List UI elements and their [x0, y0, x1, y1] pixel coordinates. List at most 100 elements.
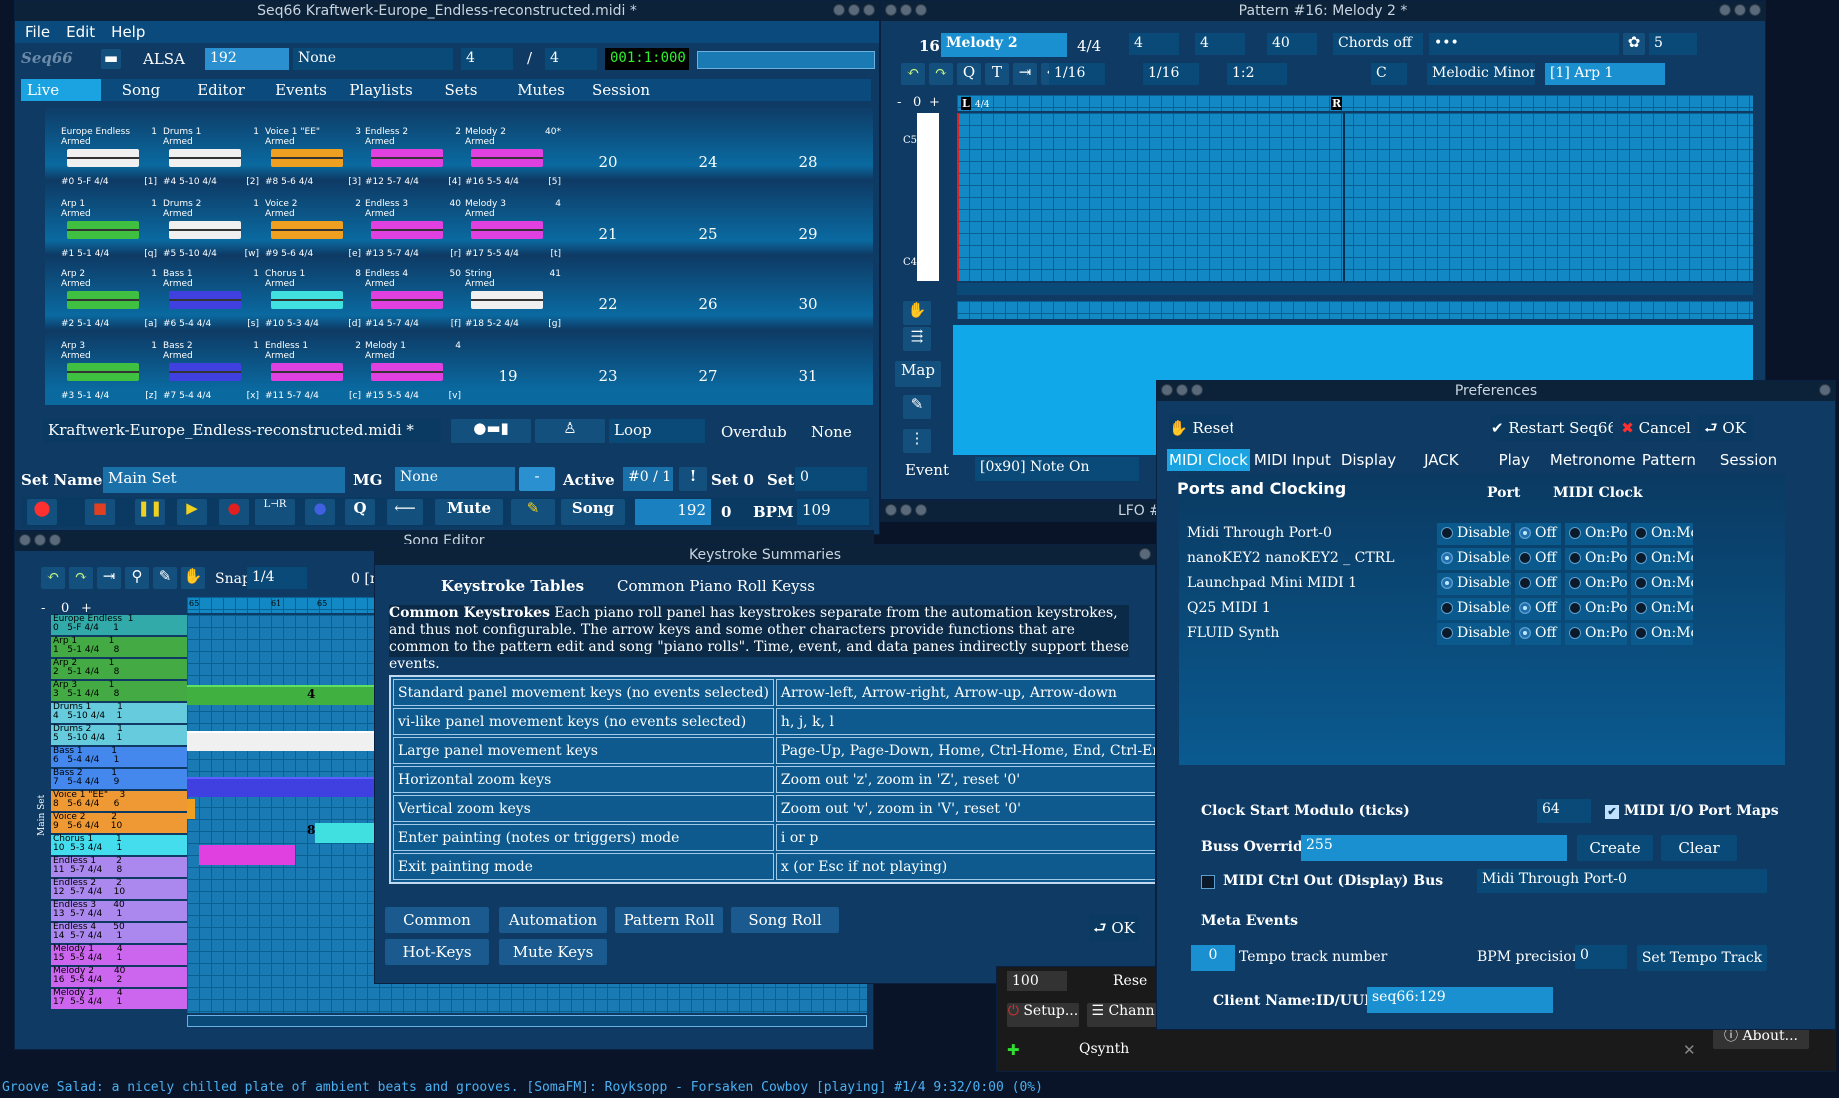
tab-events[interactable]: Events — [261, 79, 341, 101]
clock-option-2[interactable]: On:Pos — [1565, 573, 1627, 595]
pattern-slot[interactable]: Arp 1 1 Armed #1 5-1 4/4 [q] — [61, 199, 157, 261]
ok-button[interactable]: ⮐ OK — [1697, 415, 1753, 441]
tab-playlists[interactable]: Playlists — [341, 79, 421, 101]
beatwidth-select[interactable]: 4 — [1195, 33, 1245, 55]
redo-icon[interactable]: ↷ — [929, 63, 953, 85]
song-track-row[interactable]: Drums 2 1 5 5-10 4/4 1 — [51, 725, 191, 745]
restart-button[interactable]: ✔ Restart Seq66! — [1491, 415, 1613, 441]
empty-slot-number[interactable]: 20 — [593, 153, 623, 171]
song-roll-button[interactable]: Song Roll — [731, 907, 839, 933]
reset-button[interactable]: ✋ Reset — [1169, 415, 1233, 441]
setname-field[interactable]: Main Set — [103, 467, 345, 493]
tempo-track-field[interactable]: 0 — [1191, 945, 1235, 971]
song-track-row[interactable]: Arp 1 1 1 5-1 4/4 8 — [51, 637, 191, 657]
song-track-row[interactable]: Endless 4 50 14 5-7 4/4 1 — [51, 923, 191, 943]
align-icon[interactable]: ⇥ — [97, 567, 121, 589]
note-length-select[interactable]: 1/16 — [1143, 63, 1199, 85]
beatwidth-select[interactable]: 4 — [545, 48, 597, 70]
mute-button[interactable]: Mute — [435, 499, 503, 525]
shade-icon[interactable] — [1176, 384, 1188, 396]
vzoom-minus[interactable]: - — [897, 95, 901, 110]
key-select[interactable]: C — [1371, 63, 1407, 85]
pattern-slot[interactable]: Bass 1 1 Armed #6 5-4 4/4 [s] — [163, 269, 259, 331]
song-track-row[interactable]: Arp 3 1 3 5-1 4/4 8 — [51, 681, 191, 701]
menu-icon[interactable] — [19, 534, 31, 546]
channels-button[interactable]: ☰ Chann — [1087, 1003, 1159, 1027]
sticky-icon[interactable] — [915, 504, 927, 516]
song-track-row[interactable]: Bass 1 1 6 5-4 4/4 1 — [51, 747, 191, 767]
pattern-slot[interactable]: Endless 3 40 Armed #13 5-7 4/4 [r] — [365, 199, 461, 261]
song-track-row[interactable]: Chorus 1 1 10 5-3 4/4 1 — [51, 835, 191, 855]
pattern-slot[interactable]: Endless 4 50 Armed #14 5-7 4/4 [f] — [365, 269, 461, 331]
pattern-slot[interactable]: Melody 1 4 Armed #15 5-5 4/4 [v] — [365, 341, 461, 403]
panic-button[interactable]: ▬ — [101, 49, 121, 69]
close-icon[interactable] — [1139, 548, 1151, 560]
empty-slot-number[interactable]: 29 — [793, 225, 823, 243]
song-hscroll[interactable] — [187, 1015, 867, 1027]
qsynth-close-icon[interactable]: ✕ — [1683, 1041, 1696, 1059]
loop-lr-button[interactable]: L⊣R — [255, 499, 295, 525]
hotkeys-button[interactable]: Hot-Keys — [385, 939, 489, 965]
beats-select[interactable]: 4 — [461, 48, 513, 70]
mute-keys-button[interactable]: Mute Keys — [499, 939, 607, 965]
song-zoom-minus[interactable]: - — [41, 601, 45, 616]
tab-live[interactable]: Live — [21, 79, 101, 101]
clock-option-0[interactable]: Disabled — [1437, 598, 1511, 620]
add-icon[interactable]: ✚ — [1007, 1041, 1020, 1059]
pattern-slot[interactable]: Endless 2 2 Armed #12 5-7 4/4 [4] — [365, 127, 461, 189]
ctrl-port-select[interactable]: Midi Through Port-0 — [1477, 869, 1767, 893]
tab-session[interactable]: Session — [1700, 449, 1797, 471]
song-track-row[interactable]: Endless 1 2 11 5-7 4/4 8 — [51, 857, 191, 877]
empty-slot-number[interactable]: 19 — [493, 367, 523, 385]
set-tempo-button[interactable]: Set Tempo Track — [1637, 945, 1767, 971]
clock-option-1[interactable]: Off — [1515, 573, 1561, 595]
song-track-row[interactable]: Drums 1 1 4 5-10 4/4 1 — [51, 703, 191, 723]
clock-option-2[interactable]: On:Pos — [1565, 548, 1627, 570]
data-ruler[interactable] — [957, 301, 1753, 319]
zoom-ratio-select[interactable]: 1:2 — [1227, 63, 1287, 85]
empty-slot-number[interactable]: 31 — [793, 367, 823, 385]
pattern-slot[interactable]: Bass 2 1 Armed #7 5-4 4/4 [x] — [163, 341, 259, 403]
pen-icon[interactable]: ✎ — [153, 567, 177, 589]
song-track-row[interactable]: Arp 2 1 2 5-1 4/4 8 — [51, 659, 191, 679]
tab-editor[interactable]: Editor — [181, 79, 261, 101]
song-track-row[interactable]: Endless 3 40 13 5-7 4/4 1 — [51, 901, 191, 921]
song-track-row[interactable]: Bass 2 1 7 5-4 4/4 9 — [51, 769, 191, 789]
edit-button[interactable]: ✎ — [511, 499, 555, 525]
ppqn-select[interactable]: 192 — [205, 48, 289, 70]
pattern-slot[interactable]: String 41 Armed #18 5-2 4/4 [g] — [465, 269, 561, 331]
song-track-row[interactable]: Melody 2 40 16 5-5 4/4 2 — [51, 967, 191, 987]
vzoom-plus[interactable]: + — [929, 95, 940, 110]
sticky-icon[interactable] — [1191, 384, 1203, 396]
clock-option-3[interactable]: On:Mod — [1631, 523, 1693, 545]
clock-option-0[interactable]: Disabled — [1437, 623, 1511, 645]
empty-slot-number[interactable]: 24 — [693, 153, 723, 171]
song-mode-button[interactable]: Song — [561, 499, 625, 525]
arp-field[interactable]: [1] Arp 1 — [1545, 63, 1665, 85]
pattern-slot[interactable]: Drums 1 1 Armed #4 5-10 4/4 [2] — [163, 127, 259, 189]
menu-icon[interactable] — [1161, 384, 1173, 396]
pattern-slot[interactable]: Voice 2 2 Armed #9 5-6 4/4 [e] — [265, 199, 361, 261]
menu-icon[interactable] — [885, 4, 897, 16]
align-icon[interactable]: ⇥ — [1013, 63, 1037, 85]
piano-roll[interactable] — [957, 113, 1753, 281]
clock-option-2[interactable]: On:Pos — [1565, 598, 1627, 620]
menu-edit[interactable]: Edit — [66, 21, 95, 43]
clock-option-1[interactable]: Off — [1515, 523, 1561, 545]
metronome-button[interactable]: ♙ — [535, 419, 605, 443]
trigger-bass2[interactable] — [187, 777, 377, 797]
tab-display[interactable]: Display — [1335, 449, 1402, 471]
quantize-icon[interactable]: Q — [957, 63, 981, 85]
common-button[interactable]: Common — [385, 907, 489, 933]
keys-tab-piano[interactable]: Common Piano Roll Keyss — [617, 577, 815, 595]
redo-icon[interactable]: ↷ — [69, 567, 93, 589]
empty-slot-number[interactable]: 23 — [593, 367, 623, 385]
vzoom-zero[interactable]: 0 — [913, 95, 921, 110]
prefs-titlebar[interactable]: Preferences — [1157, 381, 1835, 401]
trigger-voice1[interactable] — [187, 799, 195, 819]
pattern-slot[interactable]: Drums 2 1 Armed #5 5-10 4/4 [w] — [163, 199, 259, 261]
l-marker[interactable]: L — [961, 97, 971, 110]
record-button[interactable]: ● — [219, 499, 249, 525]
pattern-name-field[interactable]: Melody 2 — [941, 33, 1067, 57]
clock-option-0[interactable]: Disabled — [1437, 573, 1511, 595]
